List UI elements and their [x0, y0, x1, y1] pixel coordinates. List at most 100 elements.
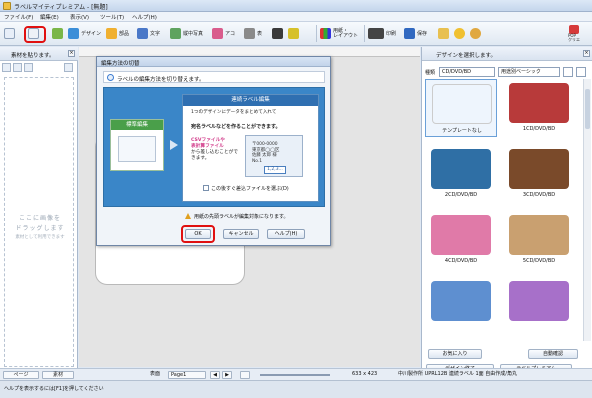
sequence-badge: 1,2,3... [264, 166, 286, 174]
mode-options-panel: 標準編集 連続ラベル編集 1つのデザインにデータをまとめて入れて 宛名ラベルなど… [103, 87, 325, 207]
dialog-message: ラベルの編集方法を切り替えます。 [117, 77, 205, 83]
new-doc-button[interactable] [4, 25, 15, 42]
auto-confirm-button[interactable]: 自動確認 [528, 349, 578, 359]
zoom-out-button[interactable] [576, 67, 586, 77]
address-document-illustration: 〒000-0000 東京都◯◯区 佐藤 太郎 様 No.1 1,2,3... [245, 135, 303, 177]
table-label: 表 [257, 31, 263, 37]
standard-edit-title: 標準編集 [111, 120, 163, 130]
layout-label: 用紙・ レイアウト [333, 27, 359, 39]
photo-button[interactable]: 縦中写真 [170, 25, 203, 42]
material-tool-button[interactable] [2, 63, 11, 72]
thumbnail-caption: 3CD/DVD/BD [522, 192, 556, 198]
thumbnail-scrollbar[interactable] [583, 79, 591, 341]
kind-select[interactable]: CD/DVD/BD [439, 67, 495, 77]
design-thumbnail[interactable]: 5CD/DVD/BD [503, 211, 575, 269]
scrollbar-thumb[interactable] [585, 89, 590, 129]
material-tab[interactable]: 素材 [42, 371, 74, 379]
menu-tools[interactable]: ツール(T) [100, 13, 124, 21]
material-pane-title: 素材を貼ります。 [11, 53, 55, 59]
size-readout: 633 x 423 [352, 371, 378, 377]
users-button[interactable] [470, 25, 481, 42]
app-icon [3, 2, 11, 10]
share-icon [454, 28, 465, 39]
zoom-in-button[interactable] [563, 67, 573, 77]
shapes-button[interactable] [272, 25, 283, 42]
image-drop-area[interactable]: ここに画像を ドラッグします 素材として利用できます [4, 77, 74, 367]
multi-label-desc: 1つのデザインにデータをまとめて入れて [191, 110, 277, 115]
fit-button[interactable] [240, 371, 250, 379]
art-icon [212, 28, 223, 39]
design-label: デザイン [81, 31, 102, 37]
table-button[interactable]: 表 [244, 25, 262, 42]
sort-select[interactable]: 用途別ベーシック [498, 67, 560, 77]
title-bar: ラベルマイティプレミアム - [無題] [0, 0, 592, 12]
fill-button[interactable] [288, 25, 299, 42]
status-bar: ヘルプを表示するには[F1]を押してください [0, 380, 592, 398]
help-button[interactable]: ヘルプ(H) [267, 229, 305, 239]
print-label: 印刷 [386, 31, 397, 37]
material-pane: 素材を貼ります。 × ここに画像を ドラッグします 素材として利用できます [0, 47, 78, 377]
design-thumbnail[interactable]: 3CD/DVD/BD [503, 145, 575, 203]
menu-file[interactable]: ファイル(F) [4, 13, 33, 21]
design-pane: デザインを選択します。 × 種類 CD/DVD/BD 用途別ベーシック テンプレ… [421, 47, 592, 377]
design-pane-header: デザインを選択します。 × [422, 47, 592, 61]
save-button[interactable]: 保存 [404, 25, 427, 42]
menu-view[interactable]: 表示(V) [70, 13, 89, 21]
prev-page-button[interactable]: ◀ [210, 371, 220, 379]
toolbar-separator [364, 25, 365, 42]
cancel-button[interactable]: キャンセル [223, 229, 259, 239]
design-thumbnail[interactable]: 1CD/DVD/BD [503, 79, 575, 137]
print-button[interactable]: 印刷 [368, 25, 396, 42]
material-tool-button[interactable] [64, 63, 73, 72]
text-label: 文字 [150, 31, 161, 37]
zoom-slider[interactable] [260, 374, 330, 376]
address-doc-text: 〒000-0000 東京都◯◯区 佐藤 太郎 様 No.1 [252, 142, 279, 164]
warning-icon [185, 213, 191, 219]
thumbnail-image [431, 149, 491, 189]
layout-button[interactable]: 用紙・ レイアウト [320, 25, 358, 42]
design-icon [68, 28, 79, 39]
select-file-checkbox-label[interactable]: この後すぐ差込ファイルを選ぶ(D) [211, 185, 289, 192]
material-tool-button[interactable] [24, 63, 33, 72]
page-side-label: 表面 [150, 371, 161, 377]
page-tab[interactable]: ページ [3, 371, 39, 379]
design-thumbnail[interactable]: テンプレートなし [425, 79, 497, 137]
design-pane-title: デザインを選択します。 [436, 53, 496, 59]
select-file-checkbox[interactable] [203, 185, 209, 191]
close-icon[interactable]: × [583, 50, 590, 57]
pen-button[interactable] [52, 25, 63, 42]
design-thumbnail[interactable] [425, 277, 497, 335]
doc-line: No.1 [252, 158, 263, 164]
photo-label: 縦中写真 [183, 31, 204, 37]
page-select[interactable]: Page1 [168, 371, 206, 379]
next-page-button[interactable]: ▶ [222, 371, 232, 379]
multi-label-desc2: 宛名ラベルなどを作ることができます。 [191, 124, 281, 130]
design-thumbnail[interactable]: 4CD/DVD/BD [425, 211, 497, 269]
spreadsheet-label: 表計算ファイル [191, 144, 224, 149]
art-button[interactable]: アコ [212, 25, 235, 42]
thumbnail-image [509, 281, 569, 321]
menu-help[interactable]: ヘルプ(H) [132, 13, 157, 21]
text-button[interactable]: 文字 [137, 25, 160, 42]
design-thumbnail[interactable]: 2CD/DVD/BD [425, 145, 497, 203]
edit-mode-dialog: 編集方法の切替 ラベルの編集方法を切り替えます。 標準編集 連続ラベル編集 1つ… [96, 56, 331, 246]
thumbnail-image [509, 149, 569, 189]
highlight-ok-button [181, 225, 215, 243]
pop-creator-button[interactable]: POP クリエ [568, 25, 580, 42]
design-button[interactable]: デザイン [68, 25, 101, 42]
menu-edit[interactable]: 編集(E) [40, 13, 59, 21]
close-icon[interactable]: × [68, 50, 75, 57]
standard-edit-option[interactable]: 標準編集 [110, 119, 164, 171]
drop-hint-line3: 素材として利用できます [15, 235, 65, 240]
multi-label-edit-option[interactable]: 連続ラベル編集 1つのデザインにデータをまとめて入れて 宛名ラベルなどを作ること… [182, 94, 319, 202]
material-tool-button[interactable] [13, 63, 22, 72]
material-pane-header: 素材を貼ります。 × [0, 47, 78, 61]
share-button[interactable] [454, 25, 465, 42]
design-thumbnail[interactable] [503, 277, 575, 335]
standard-edit-illustration [118, 136, 156, 162]
favorites-button[interactable]: お気に入り [428, 349, 482, 359]
pencil-icon [52, 28, 63, 39]
parts-button[interactable]: 部品 [106, 25, 129, 42]
doc-line: 佐藤 太郎 様 [252, 153, 277, 158]
open-button[interactable] [438, 25, 449, 42]
